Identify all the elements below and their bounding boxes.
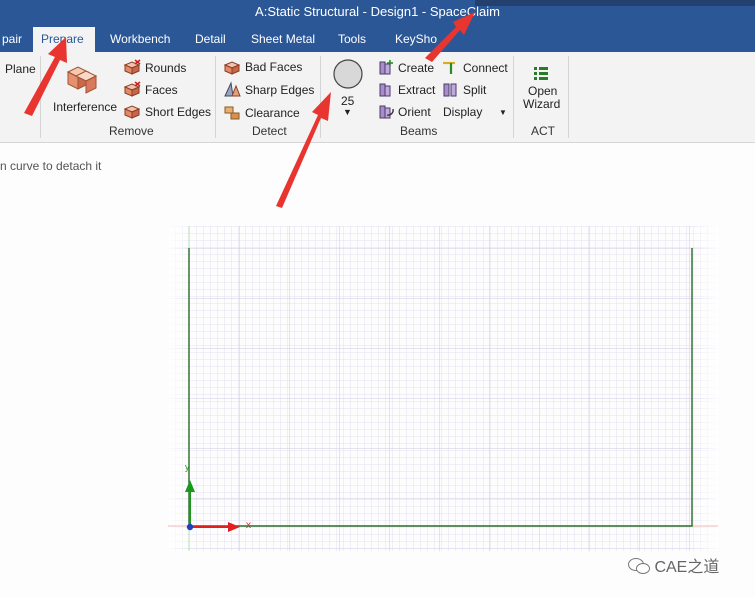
status-hint: n curve to detach it	[0, 159, 102, 173]
tab-workbench[interactable]: Workbench	[102, 27, 178, 52]
plane-button[interactable]: Plane	[5, 62, 36, 76]
split-beam-icon[interactable]	[441, 81, 459, 97]
open-wizard-label-2[interactable]: Wizard	[523, 97, 560, 111]
sharp-edges-button[interactable]: Sharp Edges	[245, 83, 314, 97]
remove-group-label: Remove	[109, 124, 154, 138]
short-edges-icon[interactable]	[123, 103, 141, 119]
sharp-edges-icon[interactable]	[223, 81, 241, 97]
orient-beam-button[interactable]: Orient	[398, 105, 431, 119]
beam-profile-circle-icon[interactable]	[332, 58, 364, 90]
split-beam-button[interactable]: Split	[463, 83, 486, 97]
y-axis-label: y	[185, 462, 190, 472]
display-dropdown-icon[interactable]: ▼	[499, 108, 507, 117]
tab-prepare[interactable]: Prepare	[33, 27, 95, 52]
connect-beam-icon[interactable]	[441, 59, 459, 75]
window-title: A:Static Structural - Design1 - SpaceCla…	[255, 4, 500, 19]
ribbon: Plane Interference Rounds Faces Short Ed…	[0, 52, 755, 143]
tab-tools[interactable]: Tools	[330, 27, 374, 52]
interference-button[interactable]: Interference	[53, 100, 117, 114]
rounds-icon[interactable]	[123, 59, 141, 75]
clearance-button[interactable]: Clearance	[245, 106, 300, 120]
tab-keyshot[interactable]: KeySho	[387, 27, 445, 52]
x-axis-label: x	[246, 520, 251, 531]
group-separator	[320, 56, 321, 138]
beam-profile-size[interactable]: 25	[341, 94, 354, 108]
faces-button[interactable]: Faces	[145, 83, 178, 97]
interference-icon[interactable]	[64, 62, 98, 94]
bad-faces-icon[interactable]	[223, 59, 241, 75]
extract-beam-button[interactable]: Extract	[398, 83, 435, 97]
wizard-icon[interactable]	[532, 65, 550, 81]
orient-beam-icon[interactable]	[377, 103, 395, 119]
bad-faces-button[interactable]: Bad Faces	[245, 60, 302, 74]
extract-beam-icon[interactable]	[377, 81, 395, 97]
create-beam-button[interactable]: Create	[398, 61, 434, 75]
short-edges-button[interactable]: Short Edges	[145, 105, 211, 119]
title-bar: A:Static Structural - Design1 - SpaceCla…	[0, 0, 755, 27]
detect-group-label: Detect	[252, 124, 287, 138]
open-wizard-label-1[interactable]: Open	[528, 84, 557, 98]
ribbon-tab-bar: pair Prepare Workbench Detail Sheet Meta…	[0, 27, 755, 52]
group-separator	[40, 56, 41, 138]
act-group-label: ACT	[531, 124, 555, 138]
tab-detail[interactable]: Detail	[187, 27, 234, 52]
beams-group-label: Beams	[400, 124, 438, 138]
watermark: CAE之道	[628, 553, 719, 577]
tab-sheet-metal[interactable]: Sheet Metal	[243, 27, 323, 52]
faces-icon[interactable]	[123, 81, 141, 97]
wechat-logo-icon	[628, 558, 650, 574]
connect-beam-button[interactable]: Connect	[463, 61, 508, 75]
beam-profile-dropdown-icon[interactable]: ▼	[343, 107, 352, 117]
rounds-button[interactable]: Rounds	[145, 61, 186, 75]
group-separator	[513, 56, 514, 138]
clearance-icon[interactable]	[223, 104, 241, 120]
watermark-text: CAE之道	[654, 559, 720, 576]
tab-repair[interactable]: pair	[0, 27, 30, 52]
create-beam-icon[interactable]	[377, 59, 395, 75]
display-beam-button[interactable]: Display	[443, 105, 482, 119]
group-separator	[568, 56, 569, 138]
group-separator	[215, 56, 216, 138]
